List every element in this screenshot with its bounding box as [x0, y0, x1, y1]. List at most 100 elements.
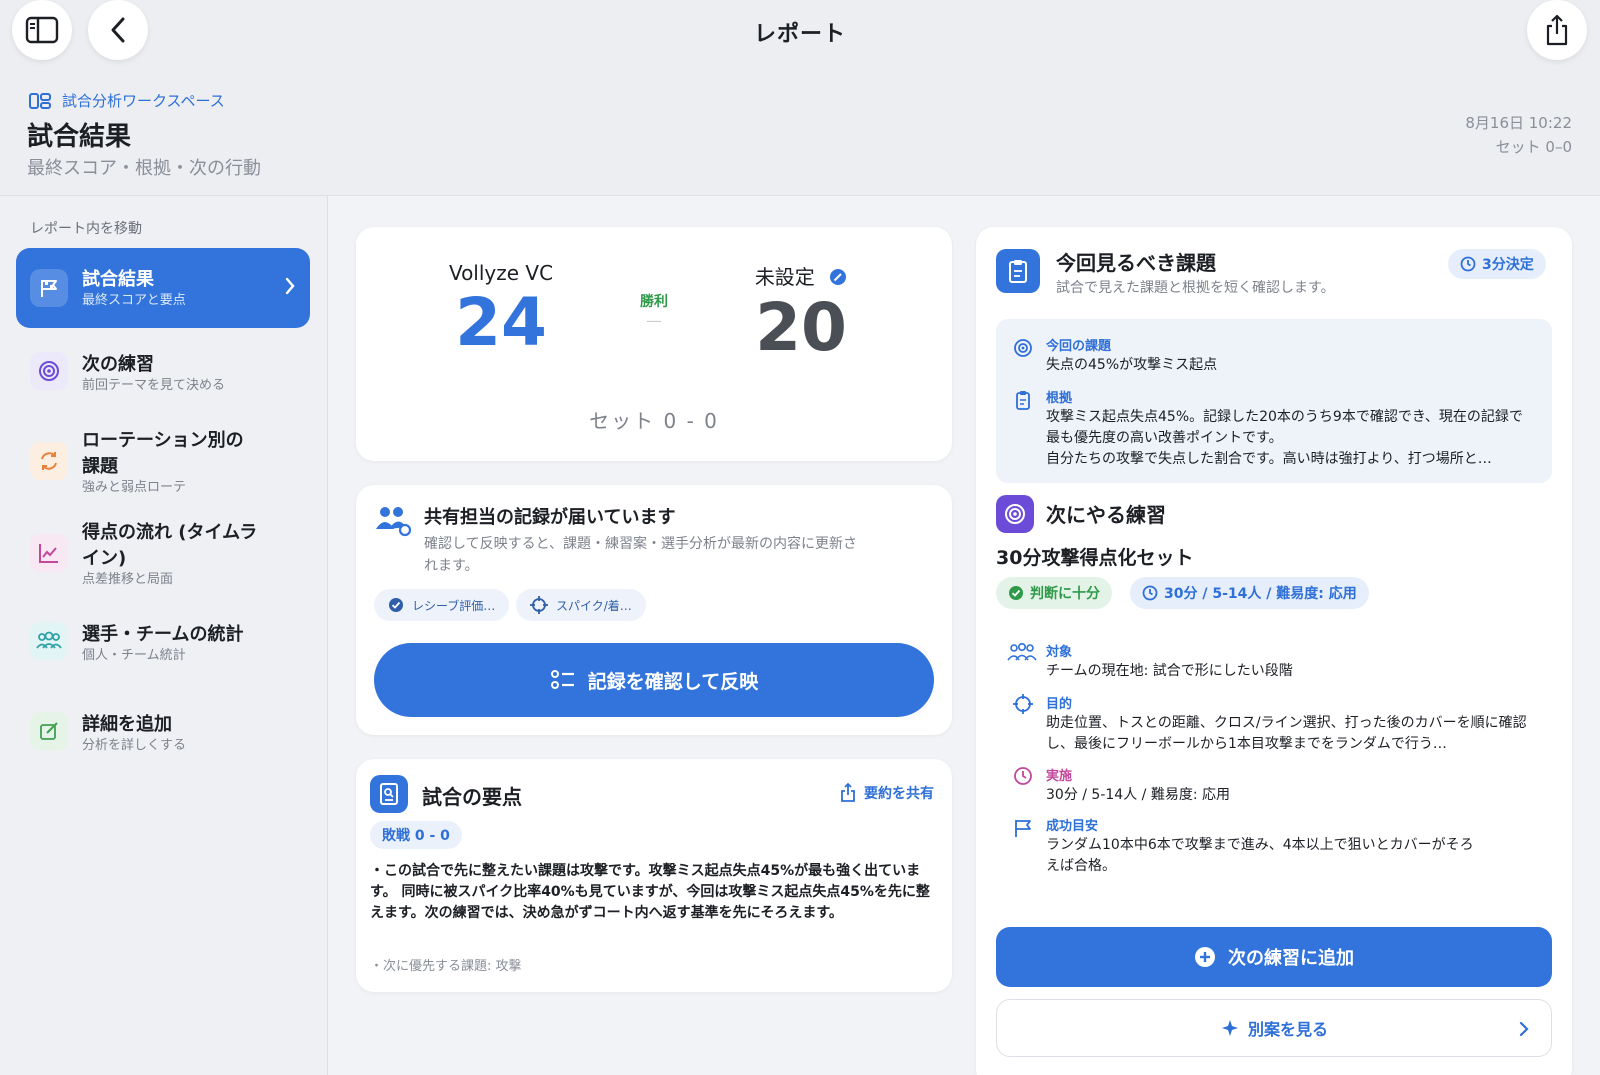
practice-name: 30分攻撃得点化セット [996, 547, 1194, 569]
sidebar-item-sub: 最終スコアと要点 [82, 293, 186, 308]
shared-record-card: 共有担当の記録が届いています 確認して反映すると、課題・練習案・選手分析が最新の… [356, 485, 952, 735]
people-icon [1007, 642, 1037, 661]
share-button[interactable] [1527, 0, 1587, 60]
result-badge: 敗戦 0 - 0 [370, 821, 462, 849]
sidebar-heading: レポート内を移動 [30, 221, 142, 237]
issue-subtitle: 試合で見えた課題と根拠を短く確認します。 [1056, 280, 1335, 296]
set-score: セット 0 - 0 [589, 409, 719, 433]
practice-meta-badge: 30分 / 5-14人 / 難易度: 応用 [1130, 577, 1369, 609]
sidebar-item-match-result[interactable]: 試合結果 最終スコアと要点 [16, 248, 310, 328]
target-icon [30, 352, 68, 390]
check-badge-icon [1009, 586, 1023, 600]
share-summary-label: 要約を共有 [864, 786, 934, 802]
chevron-right-icon [285, 277, 295, 295]
share-icon [841, 783, 855, 802]
sidebar-item-stats[interactable]: 選手・チームの統計 個人・チーム統計 [16, 622, 310, 664]
crosshair-icon [530, 596, 548, 614]
timer-icon [1142, 585, 1158, 601]
sidebar-item-sub: 個人・チーム統計 [82, 648, 186, 663]
share-summary-button[interactable]: 要約を共有 [840, 783, 934, 803]
clipboard-icon [996, 249, 1040, 293]
sidebar-item-title: 試合結果 [82, 269, 154, 290]
issue-box: 今回の課題 失点の45%が攻撃ミス起点 根拠 攻撃ミス起点失点45%。記録した2… [996, 319, 1552, 483]
practice-meta-label: 30分 / 5-14人 / 難易度: 応用 [1164, 586, 1357, 602]
people-icon [30, 622, 68, 660]
execution-label: 実施 [1046, 769, 1073, 784]
away-team: 未設定 20 [716, 261, 886, 366]
sidebar-item-sub: 強みと弱点ローテ [82, 480, 187, 495]
summary-note: ・次に優先する課題: 攻撃 [370, 959, 522, 974]
basis-extra: 自分たちの攻撃で失点した割合です。高い時は強打より、打つ場所と… [1046, 451, 1492, 467]
plus-circle-icon [1195, 947, 1215, 967]
away-team-name[interactable]: 未設定 [716, 261, 886, 290]
home-team-name: Vollyze VC [448, 261, 554, 285]
timer-icon [1460, 256, 1476, 272]
breadcrumb[interactable]: 試合分析ワークスペース [28, 90, 225, 111]
page-subtitle: 最終スコア・根拠・次の行動 [27, 158, 261, 179]
top-bar: レポート 試合分析ワークスペース 試合結果 最終スコア・根拠・次の行動 8月16… [0, 0, 1600, 196]
sidebar: レポート内を移動 試合結果 最終スコアと要点 次の練習 前回テーマを見て決める … [0, 196, 328, 1075]
clipboard-icon [1016, 391, 1030, 410]
nav-title: レポート [753, 22, 846, 47]
sidebar-item-sub: 前回テーマを見て決める [82, 378, 226, 393]
sidebar-item-sub: 点差推移と局面 [82, 572, 174, 587]
confirm-apply-button[interactable]: 記録を確認して反映 [374, 643, 934, 717]
summary-body: ・この試合で先に整えたい課題は攻撃です。攻撃ミス起点失点45%が最も強く出ていま… [370, 863, 930, 921]
goal-value: 助走位置、トスとの距離、クロス/ライン選択、打った後のカバーを順に確認し、最後に… [1046, 715, 1527, 752]
see-alternative-button[interactable]: 別案を見る [996, 999, 1552, 1057]
sidebar-item-title: 次の練習 [82, 354, 154, 375]
success-value: ランダム10本中6本で攻撃まで進み、4本以上で狙いとカバーがそろえば合格。 [1046, 837, 1474, 874]
current-issue-value: 失点の45%が攻撃ミス起点 [1046, 357, 1218, 373]
workspace-icon [29, 92, 51, 109]
report-set: セット 0–0 [1495, 138, 1572, 156]
sidebar-item-timeline[interactable]: 得点の流れ (タイムライン) 点差推移と局面 [16, 520, 310, 588]
edit-icon [30, 712, 68, 750]
chip-spike[interactable]: スパイク/着… [516, 589, 646, 621]
target-value: チームの現在地: 試合で形にしたい段階 [1046, 663, 1293, 679]
see-alternative-label: 別案を見る [1247, 1020, 1328, 1039]
sidebar-item-sub: 分析を詳しくする [82, 738, 187, 753]
sidebar-item-title: 詳細を追加 [82, 714, 172, 735]
sufficient-label: 判断に十分 [1030, 586, 1100, 602]
flag-icon [30, 269, 68, 307]
success-label: 成功目安 [1046, 819, 1099, 834]
sidebar-item-title: 得点の流れ (タイムライン) [82, 522, 258, 569]
checklist-icon [550, 670, 574, 689]
sufficient-badge: 判断に十分 [996, 577, 1112, 609]
sidebar-item-rotation[interactable]: ローテーション別の課題 強みと弱点ローテ [16, 428, 310, 496]
document-icon [370, 775, 408, 813]
score-card: Vollyze VC 24 勝利 — 未設定 20 セット 0 - 0 [356, 227, 952, 461]
sidebar-item-next-practice[interactable]: 次の練習 前回テーマを見て決める [16, 352, 310, 394]
target-icon [1014, 339, 1032, 357]
chevron-right-icon [1519, 1021, 1529, 1037]
people-gear-icon [376, 507, 412, 537]
decision-time-label: 3分決定 [1482, 257, 1534, 273]
shared-record-desc: 確認して反映すると、課題・練習案・選手分析が最新の内容に更新されます。 [424, 536, 858, 574]
basis-value: 攻撃ミス起点失点45%。記録した20本のうち9本で確認でき、現在の記録で最も優先… [1046, 409, 1523, 446]
shared-record-title: 共有担当の記録が届いています [424, 507, 676, 528]
sidebar-item-add-details[interactable]: 詳細を追加 分析を詳しくする [16, 712, 310, 754]
practice-title: 次にやる練習 [1046, 503, 1166, 527]
page-title: 試合結果 [27, 122, 132, 152]
match-summary-card: 試合の要点 要約を共有 敗戦 0 - 0 ・この試合で先に整えたい課題は攻撃です… [356, 759, 952, 992]
issue-title: 今回見るべき課題 [1056, 251, 1216, 275]
add-to-practice-label: 次の練習に追加 [1228, 948, 1354, 969]
away-team-label: 未設定 [754, 265, 815, 289]
chip-label: レシーブ評価… [412, 598, 496, 613]
current-issue-label: 今回の課題 [1046, 339, 1112, 354]
flag-icon [1015, 820, 1031, 837]
chart-icon [30, 534, 68, 572]
sidebar-item-title: 選手・チームの統計 [82, 624, 244, 645]
execution-value: 30分 / 5-14人 / 難易度: 応用 [1046, 787, 1230, 803]
add-to-practice-button[interactable]: 次の練習に追加 [996, 927, 1552, 987]
crosshair-icon [1013, 694, 1033, 714]
check-circle-icon [389, 598, 403, 612]
chip-label: スパイク/着… [556, 598, 632, 613]
breadcrumb-label: 試合分析ワークスペース [62, 92, 225, 110]
edit-badge-icon[interactable] [829, 268, 847, 286]
decision-time-pill: 3分決定 [1448, 249, 1546, 279]
sidebar-item-title: ローテーション別の課題 [82, 430, 244, 477]
chip-receive[interactable]: レシーブ評価… [374, 589, 510, 621]
target-label: 対象 [1046, 645, 1073, 660]
issue-practice-panel: 今回見るべき課題 試合で見えた課題と根拠を短く確認します。 3分決定 今回の課題… [976, 227, 1572, 1075]
